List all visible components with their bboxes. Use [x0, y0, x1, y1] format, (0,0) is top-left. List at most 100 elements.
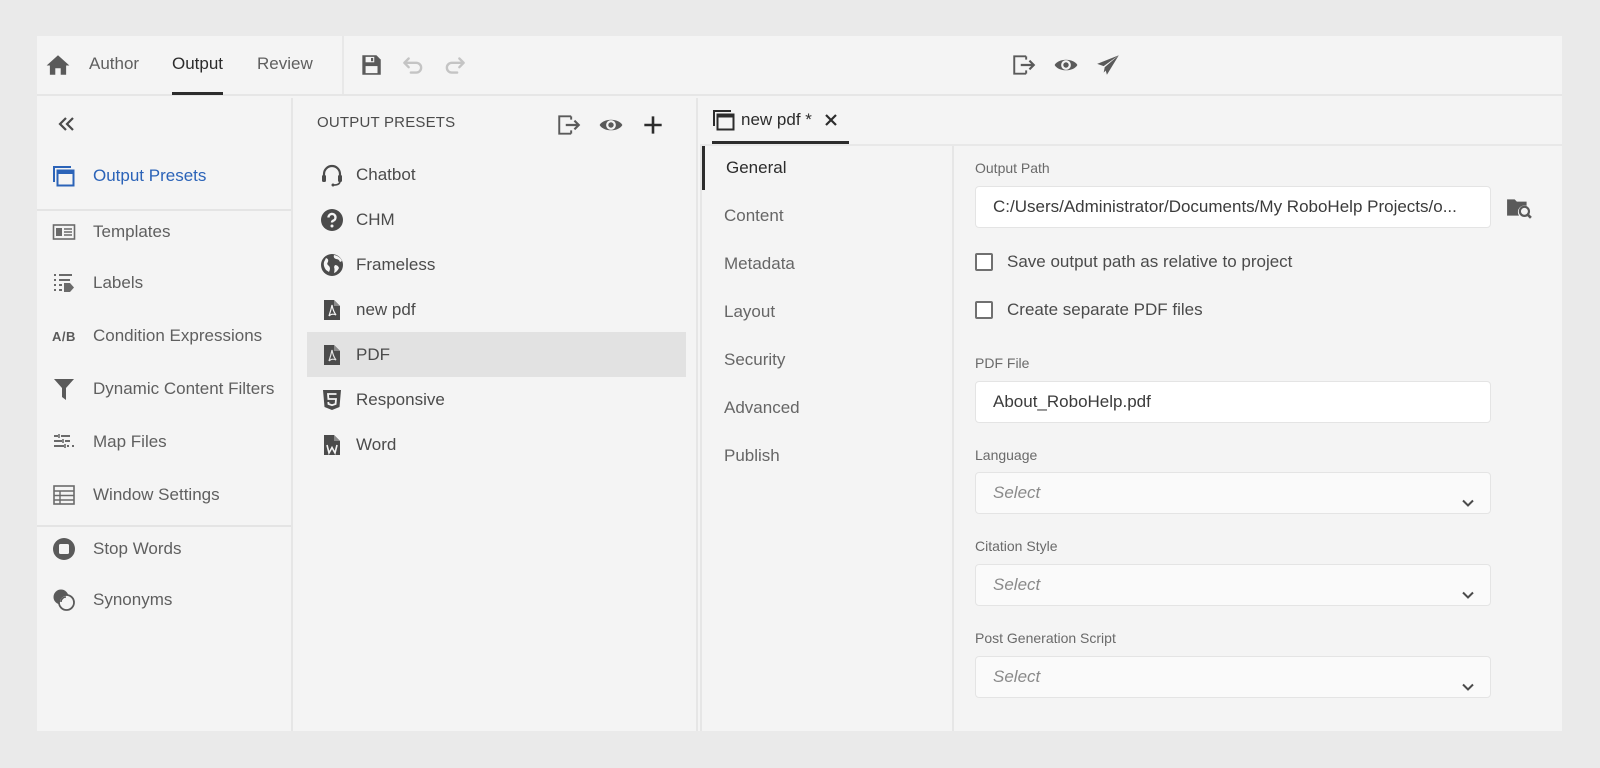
preset-label: CHM — [356, 209, 395, 229]
preset-item-new-pdf[interactable]: new pdf — [307, 287, 686, 332]
select-value: Select — [993, 483, 1041, 502]
preview-icon[interactable] — [1053, 52, 1079, 78]
settings-nav-layout[interactable]: Layout — [702, 290, 952, 334]
preset-item-chatbot[interactable]: Chatbot — [307, 152, 686, 197]
document-tab-label: new pdf * — [741, 109, 812, 129]
settings-nav: General Content Metadata Layout Security… — [700, 146, 954, 731]
headset-icon — [320, 163, 344, 187]
sidebar-item-label: Stop Words — [93, 539, 182, 558]
chevron-down-icon — [1460, 670, 1476, 691]
stop-icon — [52, 537, 76, 561]
preset-label: Responsive — [356, 389, 445, 409]
select-value: Select — [993, 575, 1041, 594]
preset-item-pdf[interactable]: PDF — [307, 332, 686, 377]
sidebar-item-label: Synonyms — [93, 590, 173, 609]
preset-item-responsive[interactable]: Responsive — [307, 377, 686, 422]
settings-nav-general[interactable]: General — [702, 146, 952, 190]
toolbar-divider — [342, 36, 344, 94]
sidebar-item-output-presets[interactable]: Output Presets — [37, 156, 291, 196]
app-window: Author Output Review Output Presets Temp… — [37, 36, 1562, 731]
checkbox-label: Create separate PDF files — [1007, 300, 1203, 319]
post-generation-script-select[interactable]: Select — [975, 656, 1491, 698]
settings-nav-security[interactable]: Security — [702, 338, 952, 382]
output-path-input[interactable]: C:/Users/Administrator/Documents/My Robo… — [975, 186, 1491, 228]
tab-review[interactable]: Review — [257, 36, 313, 94]
chevron-down-icon — [1460, 578, 1476, 599]
settings-nav-advanced[interactable]: Advanced — [702, 386, 952, 430]
sidebar-item-label: Templates — [93, 222, 171, 241]
pdf-file-input[interactable]: About_RoboHelp.pdf — [975, 381, 1491, 423]
filter-icon — [52, 377, 76, 401]
tab-author[interactable]: Author — [89, 36, 139, 94]
sidebar-item-synonyms[interactable]: Synonyms — [37, 580, 291, 620]
generate-icon[interactable] — [556, 112, 582, 138]
preset-label: new pdf — [356, 299, 416, 319]
save-icon[interactable] — [358, 52, 384, 78]
ab-icon: A/B — [52, 328, 76, 344]
sidebar-item-map-files[interactable]: Map Files — [37, 422, 291, 462]
generate-icon[interactable] — [1011, 52, 1037, 78]
sidebar-item-dynamic-content-filters[interactable]: Dynamic Content Filters — [37, 369, 291, 409]
sidebar-divider — [37, 209, 291, 211]
sidebar-item-stop-words[interactable]: Stop Words — [37, 529, 291, 569]
collapse-sidebar-icon[interactable] — [55, 112, 79, 136]
sidebar-item-condition-expressions[interactable]: A/B Condition Expressions — [37, 316, 291, 356]
tab-output[interactable]: Output — [172, 36, 224, 95]
sidebar-item-label: Output Presets — [93, 166, 207, 185]
output-path-label: Output Path — [975, 160, 1050, 176]
map-files-icon — [52, 430, 76, 454]
browse-folder-icon[interactable] — [1506, 194, 1532, 220]
language-label: Language — [975, 447, 1038, 463]
separate-pdf-checkbox-row[interactable]: Create separate PDF files — [975, 300, 1203, 320]
output-presets-icon — [52, 164, 76, 188]
post-generation-script-label: Post Generation Script — [975, 630, 1116, 646]
close-icon[interactable] — [824, 113, 838, 127]
sidebar-item-label: Labels — [93, 273, 144, 292]
redo-icon[interactable] — [442, 52, 468, 78]
labels-icon — [52, 271, 76, 295]
synonyms-icon — [52, 588, 76, 612]
home-icon[interactable] — [45, 52, 71, 78]
citation-style-label: Citation Style — [975, 538, 1058, 554]
pdf-icon — [320, 343, 344, 367]
preset-editor: new pdf * General Content Metadata Layou… — [700, 98, 1562, 731]
preset-label: PDF — [356, 344, 390, 364]
sidebar-item-labels[interactable]: Labels — [37, 263, 291, 303]
preset-label: Word — [356, 434, 397, 454]
sidebar-item-label: Condition Expressions — [93, 326, 263, 345]
sidebar-item-window-settings[interactable]: Window Settings — [37, 475, 291, 515]
checkbox-label: Save output path as relative to project — [1007, 252, 1293, 271]
top-toolbar: Author Output Review — [37, 36, 1562, 96]
relative-path-checkbox[interactable] — [975, 253, 993, 271]
relative-path-checkbox-row[interactable]: Save output path as relative to project — [975, 252, 1292, 272]
preview-icon[interactable] — [598, 112, 624, 138]
language-select[interactable]: Select — [975, 472, 1491, 514]
panel-title: OUTPUT PRESETS — [317, 114, 456, 131]
sidebar-item-templates[interactable]: Templates — [37, 212, 291, 252]
templates-icon — [52, 220, 76, 244]
preset-item-word[interactable]: Word — [307, 422, 686, 467]
undo-icon[interactable] — [400, 52, 426, 78]
chevron-down-icon — [1460, 486, 1476, 507]
preset-item-frameless[interactable]: Frameless — [307, 242, 686, 287]
document-tab[interactable]: new pdf * — [712, 98, 849, 144]
select-value: Select — [993, 667, 1041, 686]
sidebar-item-label: Window Settings — [93, 485, 220, 504]
publish-icon[interactable] — [1095, 52, 1121, 78]
sidebar-item-label: Dynamic Content Filters — [93, 379, 275, 398]
preset-label: Chatbot — [356, 164, 416, 184]
settings-nav-publish[interactable]: Publish — [702, 434, 952, 478]
settings-nav-metadata[interactable]: Metadata — [702, 242, 952, 286]
sidebar-item-label: Map Files — [93, 432, 167, 451]
pdf-icon — [320, 298, 344, 322]
output-presets-icon — [712, 108, 736, 132]
settings-nav-content[interactable]: Content — [702, 194, 952, 238]
separate-pdf-checkbox[interactable] — [975, 301, 993, 319]
add-icon[interactable] — [640, 112, 666, 138]
preset-item-chm[interactable]: CHM — [307, 197, 686, 242]
preset-label: Frameless — [356, 254, 436, 274]
window-settings-icon — [52, 483, 76, 507]
citation-style-select[interactable]: Select — [975, 564, 1491, 606]
output-presets-panel: OUTPUT PRESETS Chatbot CHM Frameless new… — [295, 98, 698, 731]
sidebar: Output Presets Templates Labels A/B Cond… — [37, 98, 293, 731]
